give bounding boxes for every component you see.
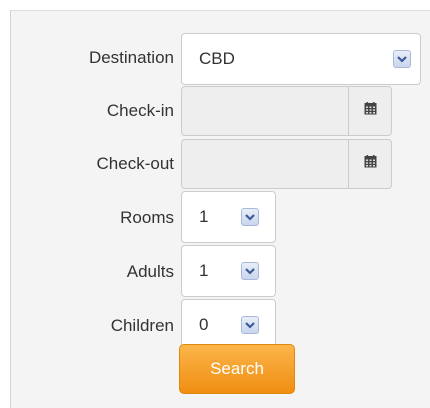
adults-label: Adults: [126, 262, 174, 281]
check-out-label: Check-out: [96, 154, 174, 173]
adults-value: 1: [199, 261, 209, 280]
destination-select[interactable]: CBD: [181, 33, 421, 85]
children-label: Children: [110, 316, 174, 335]
check-in-calendar-button[interactable]: [348, 87, 391, 135]
rooms-value: 1: [199, 207, 209, 226]
rooms-select[interactable]: 1: [181, 191, 276, 243]
calendar-icon: [364, 155, 377, 173]
calendar-icon: [364, 102, 377, 120]
chevron-down-icon[interactable]: [393, 50, 411, 68]
chevron-down-icon[interactable]: [241, 262, 259, 280]
search-button[interactable]: Search: [179, 344, 295, 394]
adults-select[interactable]: 1: [181, 245, 276, 297]
check-in-field[interactable]: [181, 86, 392, 136]
check-in-label: Check-in: [106, 101, 174, 120]
search-form-panel: Destination CBD Check-in Check-out Rooms…: [10, 10, 430, 408]
rooms-label: Rooms: [120, 208, 174, 227]
destination-value: CBD: [199, 49, 235, 68]
chevron-down-icon[interactable]: [241, 316, 259, 334]
check-out-calendar-button[interactable]: [348, 140, 391, 188]
children-value: 0: [199, 315, 209, 334]
check-out-field[interactable]: [181, 139, 392, 189]
chevron-down-icon[interactable]: [241, 208, 259, 226]
destination-label: Destination: [88, 48, 174, 67]
